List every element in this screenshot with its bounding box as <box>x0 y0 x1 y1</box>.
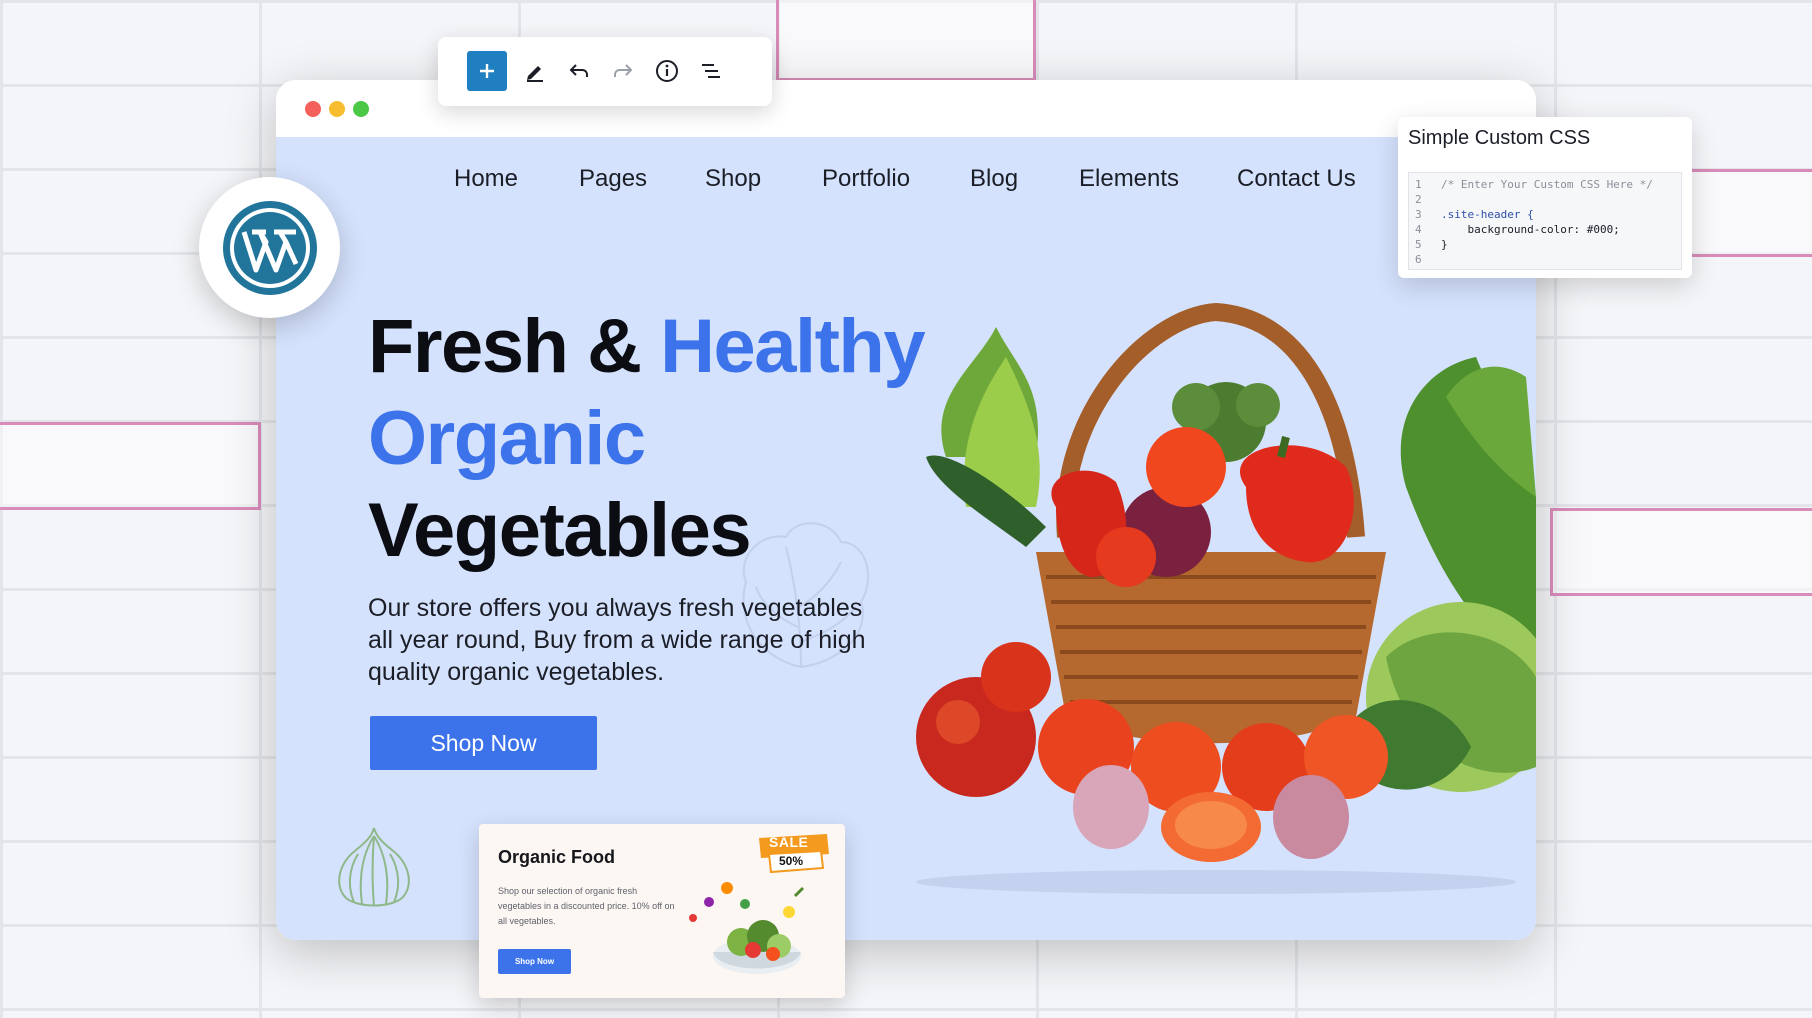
shop-now-button[interactable]: Shop Now <box>370 716 597 770</box>
decorative-pink-box <box>776 0 1036 81</box>
hero-description: Our store offers you always fresh vegeta… <box>368 594 866 686</box>
card-shop-now-button[interactable]: Shop Now <box>498 949 571 974</box>
plus-icon <box>480 64 494 78</box>
nav-blog[interactable]: Blog <box>970 165 1018 193</box>
code-line: 2 <box>1415 193 1422 206</box>
nav-elements[interactable]: Elements <box>1079 165 1179 193</box>
sale-text: SALE <box>769 834 809 850</box>
hero-headline: Fresh & Healthy Organic Vegetables <box>368 301 926 577</box>
edit-tool-button[interactable] <box>515 51 555 91</box>
nav-shop[interactable]: Shop <box>705 165 761 193</box>
nav-portfolio[interactable]: Portfolio <box>822 165 910 193</box>
undo-button[interactable] <box>559 51 599 91</box>
custom-css-panel: Simple Custom CSS 1/* Enter Your Custom … <box>1398 117 1692 278</box>
redo-button[interactable] <box>603 51 643 91</box>
redo-icon <box>614 64 633 77</box>
pencil-icon <box>527 66 543 82</box>
info-icon <box>656 60 678 82</box>
wordpress-logo <box>199 177 340 318</box>
main-navigation: Home Pages Shop Portfolio Blog Elements … <box>276 165 1536 205</box>
browser-window: Home Pages Shop Portfolio Blog Elements … <box>276 80 1536 940</box>
sale-badge: SALE 50% <box>755 832 833 878</box>
add-block-button[interactable] <box>467 51 507 91</box>
hero-section: Home Pages Shop Portfolio Blog Elements … <box>276 137 1536 940</box>
onion-outline-icon <box>338 827 410 907</box>
decorative-pink-box <box>0 422 261 510</box>
organic-food-card: Organic Food Shop our selection of organ… <box>479 824 845 998</box>
code-line: 4 background-color: #000; <box>1415 223 1620 236</box>
nav-home[interactable]: Home <box>454 165 518 193</box>
decorative-pink-box <box>1550 508 1812 596</box>
headline-vegetables: Vegetables <box>368 488 752 573</box>
maximize-window-dot[interactable] <box>353 101 369 117</box>
code-line: 3 .site-header { <box>1415 208 1534 221</box>
wordpress-icon <box>222 200 317 295</box>
close-window-dot[interactable] <box>305 101 321 117</box>
undo-icon <box>569 64 588 77</box>
code-line: 1/* Enter Your Custom CSS Here */ <box>1415 178 1653 191</box>
block-editor-toolbar <box>438 37 772 106</box>
headline-organic: Organic <box>368 396 646 481</box>
salad-bowl-image <box>689 882 805 974</box>
minimize-window-dot[interactable] <box>329 101 345 117</box>
details-button[interactable] <box>647 51 687 91</box>
css-panel-title: Simple Custom CSS <box>1408 127 1591 149</box>
headline-healthy: Healthy <box>660 304 926 389</box>
vegetable-basket-image <box>916 302 1536 894</box>
nav-pages[interactable]: Pages <box>579 165 647 193</box>
list-view-button[interactable] <box>691 51 731 91</box>
css-code-editor[interactable]: 1/* Enter Your Custom CSS Here */ 2 3 .si… <box>1408 172 1682 270</box>
list-view-icon <box>702 64 720 78</box>
sale-percent: 50% <box>779 854 804 868</box>
card-description: Shop our selection of organic fresh vege… <box>498 886 675 926</box>
card-title: Organic Food <box>498 847 615 867</box>
headline-fresh: Fresh & <box>368 304 661 389</box>
code-line: 6 <box>1415 253 1422 266</box>
nav-contact-us[interactable]: Contact Us <box>1237 165 1356 193</box>
code-line: 5} <box>1415 238 1448 251</box>
